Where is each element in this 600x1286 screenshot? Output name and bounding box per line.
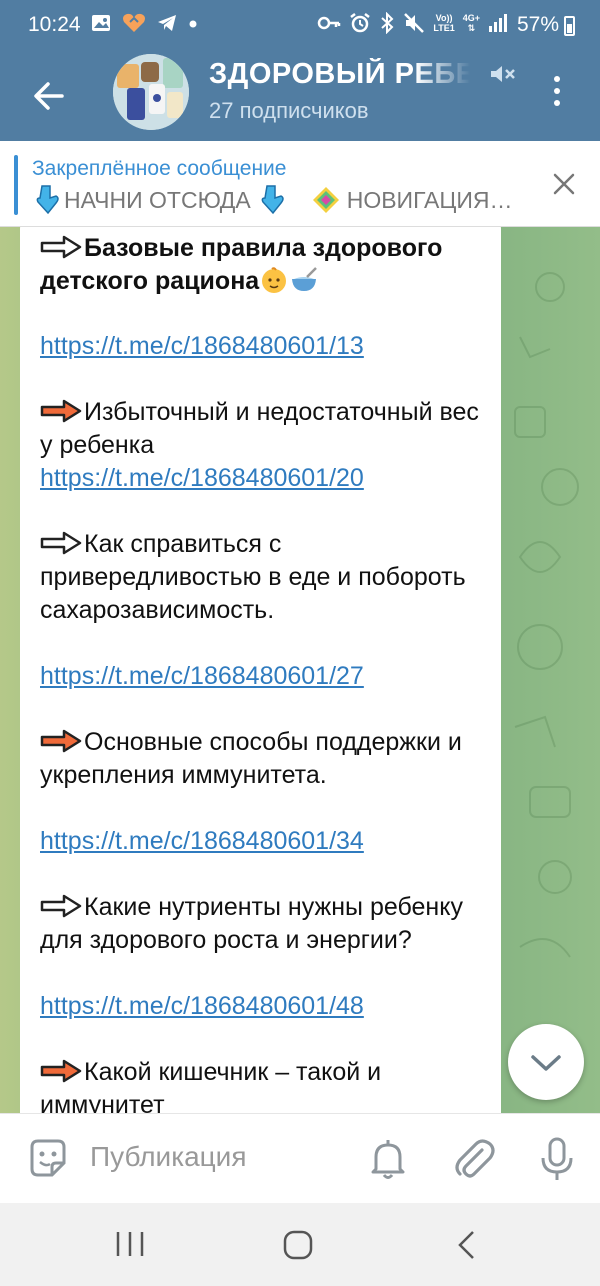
- message-link[interactable]: https://t.me/c/1868480601/20: [40, 462, 364, 495]
- pinned-indicator: [14, 155, 18, 215]
- paperclip-icon: [455, 1139, 495, 1178]
- telegram-icon: [158, 15, 176, 31]
- more-vertical-icon: [554, 76, 560, 82]
- arrow-right-icon: [40, 894, 82, 918]
- battery-percent: 57%: [517, 13, 560, 36]
- volte-indicator: Vo)) LTE1: [433, 13, 455, 33]
- bluetooth-icon: [381, 12, 394, 34]
- baby-emoji-icon: [262, 267, 287, 293]
- emoji-button[interactable]: [26, 1137, 70, 1181]
- status-bar: 10:24 Vo)) LTE1 4G+ ⇅ 57%: [0, 0, 600, 52]
- message-link[interactable]: https://t.me/c/1868480601/34: [40, 825, 364, 858]
- avatar-image: [113, 54, 189, 130]
- channel-title: ЗДОРОВЫЙ РЕБЕНОК: [209, 58, 484, 90]
- arrow-right-orange-icon: [40, 729, 82, 753]
- key-icon: [318, 16, 341, 30]
- list-item: Базовые правила здорового детского рацио…: [40, 234, 443, 295]
- channel-avatar[interactable]: [113, 54, 189, 130]
- arrow-right-orange-icon: [40, 1059, 82, 1083]
- pinned-preview: НАЧНИ ОТСЮДА НОВИГАЦИЯ…: [32, 184, 532, 216]
- system-nav-bar: [0, 1203, 600, 1286]
- nav-back-icon[interactable]: [455, 1229, 477, 1261]
- recent-apps-icon[interactable]: [114, 1230, 146, 1258]
- home-icon[interactable]: [282, 1229, 314, 1261]
- voice-button[interactable]: [538, 1136, 576, 1182]
- message-link[interactable]: https://t.me/c/1868480601/48: [40, 990, 364, 1023]
- arrow-right-icon: [40, 531, 82, 555]
- list-item: Основные способы поддержки и укрепления …: [40, 728, 462, 789]
- close-icon[interactable]: [548, 168, 580, 200]
- subscriber-count: 27 подписчиков: [209, 98, 369, 123]
- chat-header: ЗДОРОВЫЙ РЕБЕНОК 27 подписчиков: [0, 52, 600, 141]
- point-down-emoji-icon: [261, 185, 284, 215]
- bowl-emoji-icon: [292, 267, 318, 291]
- bell-icon: [371, 1140, 405, 1179]
- sticker-smile-icon: [30, 1139, 66, 1177]
- pinned-title: Закреплённое сообщение: [32, 157, 287, 180]
- arrow-right-orange-icon: [40, 399, 82, 423]
- status-system-icons: Vo)) LTE1 4G+ ⇅: [317, 12, 508, 34]
- muted-speaker-icon: [491, 66, 515, 82]
- alarm-icon: [350, 13, 371, 33]
- list-item: Как справиться с привередливостью в еде …: [40, 530, 466, 624]
- attach-button[interactable]: [452, 1136, 496, 1182]
- more-options-button[interactable]: [540, 70, 574, 114]
- rainbow-diamond-emoji-icon: [312, 187, 339, 213]
- composer-bar: Публикация: [0, 1113, 600, 1203]
- chat-background: Базовые правила здорового детского рацио…: [0, 227, 600, 1113]
- chevron-down-icon: [531, 1055, 561, 1071]
- scroll-down-button[interactable]: [508, 1024, 584, 1100]
- gallery-icon: [92, 15, 110, 31]
- back-button[interactable]: [28, 74, 72, 118]
- pinned-message-bar[interactable]: Закреплённое сообщение НАЧНИ ОТСЮДА НОВИ…: [0, 141, 600, 227]
- status-time: 10:24: [28, 13, 81, 36]
- heart-app-icon: [123, 13, 145, 33]
- microphone-icon: [541, 1137, 573, 1180]
- list-item: Какой кишечник – такой и иммунитет: [40, 1058, 382, 1113]
- battery-icon: [564, 16, 575, 36]
- dot-icon: [189, 20, 197, 28]
- message-link[interactable]: https://t.me/c/1868480601/13: [40, 330, 364, 363]
- list-item: Какие нутриенты нужны ребенку для здоров…: [40, 893, 463, 954]
- arrow-right-icon: [40, 235, 82, 259]
- mute-icon: [404, 13, 425, 33]
- point-down-emoji-icon: [36, 185, 59, 215]
- pinned-text-end: НОВИГАЦИЯ…: [346, 186, 513, 213]
- message-input[interactable]: Публикация: [90, 1141, 350, 1177]
- list-item: Избыточный и недостаточный вес у ребенка: [40, 398, 479, 459]
- message-bubble: Базовые правила здорового детского рацио…: [20, 227, 501, 1113]
- arrow-left-icon: [34, 82, 64, 110]
- message-link[interactable]: https://t.me/c/1868480601/27: [40, 660, 364, 693]
- signal-icon: [489, 14, 507, 32]
- status-notification-icons: [90, 12, 198, 34]
- notifications-button[interactable]: [368, 1137, 408, 1181]
- data-indicator: 4G+ ⇅: [462, 13, 480, 33]
- pinned-text-start: НАЧНИ ОТСЮДА: [64, 186, 251, 213]
